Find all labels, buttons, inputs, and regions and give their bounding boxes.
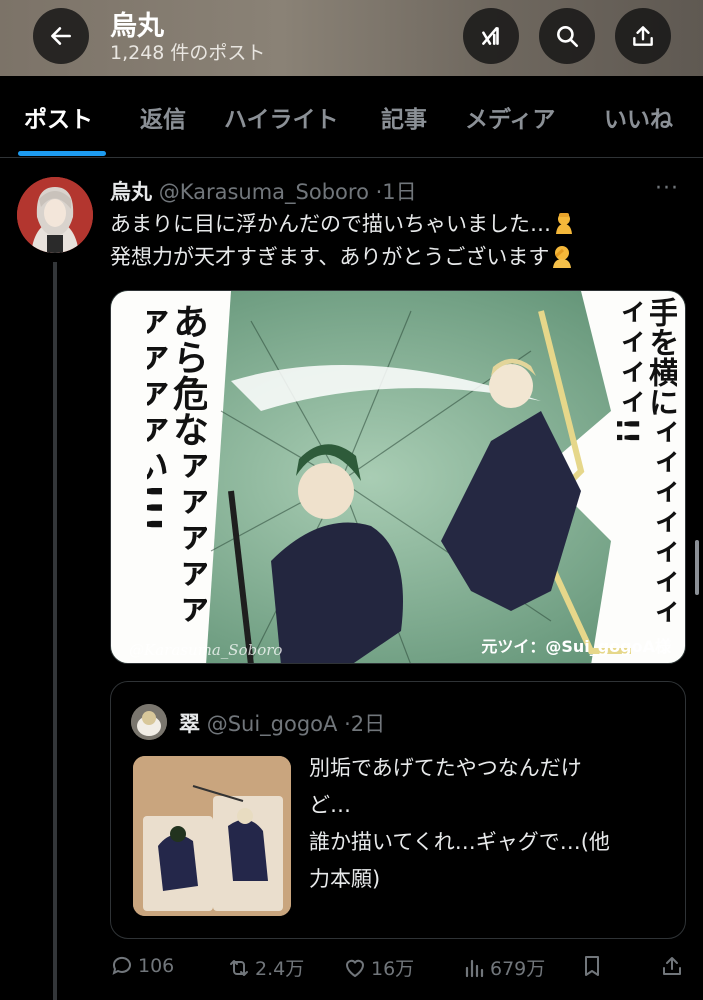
reply-count: 106 — [138, 955, 175, 977]
share-button[interactable] — [615, 8, 671, 64]
views-icon — [465, 959, 484, 977]
person-facepalm-icon — [553, 246, 572, 268]
quote-author-handle[interactable]: @Sui_gogoA — [207, 712, 338, 736]
quote-line-3: 誰か描いてくれ…ギャグで…(他 — [309, 830, 610, 854]
manga-speech-left: あら危なァァァァァァァァァい!!! — [147, 303, 207, 627]
more-options-icon[interactable]: ··· — [655, 176, 679, 201]
tweet-actions: 106 2.4万 16万 679万 — [110, 954, 700, 988]
repost-icon — [230, 959, 248, 976]
grok-icon — [482, 27, 499, 45]
search-icon — [557, 26, 579, 48]
image-watermark: @Karasuma_Soboro — [129, 641, 283, 659]
quoted-tweet[interactable]: 翠 @Sui_gogoA ·2日 別垢であげてたやつなんだけ ど… 誰か描いてく… — [110, 681, 686, 939]
tab-media[interactable]: メディア — [465, 100, 555, 134]
profile-tabs: ポスト 返信 ハイライト 記事 メディア いいね — [0, 76, 703, 158]
tweet-image[interactable]: あら危なァァァァァァァァァい!!! 手を横にィィィィィィィィィィィ!! @Kar… — [110, 290, 686, 664]
view-count: 679万 — [490, 958, 546, 980]
tab-posts[interactable]: ポスト — [24, 100, 93, 134]
profile-header: 烏丸 1,248 件のポスト — [0, 0, 703, 76]
tab-articles[interactable]: 記事 — [381, 100, 427, 134]
tweet-text: あまりに目に浮かんだので描いちゃいました… 発想力が天才すぎます、ありがとうござ… — [110, 208, 695, 274]
quote-header: 翠 @Sui_gogoA ·2日 — [179, 708, 385, 738]
author-handle[interactable]: @Karasuma_Soboro — [159, 180, 369, 204]
bookmark-icon — [585, 956, 599, 976]
quote-avatar[interactable] — [131, 704, 167, 740]
quote-text: 別垢であげてたやつなんだけ ど… 誰か描いてくれ…ギャグで…(他 力本願) — [309, 750, 669, 898]
tab-replies[interactable]: 返信 — [140, 100, 186, 134]
quote-line-2: ど… — [309, 793, 351, 817]
quote-image[interactable] — [133, 756, 291, 916]
views-button[interactable]: 679万 — [462, 954, 545, 981]
share-tweet-button[interactable] — [660, 954, 688, 978]
tab-highlights[interactable]: ハイライト — [224, 100, 339, 134]
back-button[interactable] — [33, 8, 89, 64]
tweet-time[interactable]: ·1日 — [376, 180, 417, 204]
tab-likes[interactable]: いいね — [604, 100, 673, 134]
like-button[interactable]: 16万 — [343, 954, 414, 981]
tweet-line-2: 発想力が天才すぎます、ありがとうございます — [110, 245, 550, 269]
quote-time[interactable]: ·2日 — [344, 712, 385, 736]
reply-icon — [112, 956, 131, 975]
like-count: 16万 — [371, 958, 415, 980]
author-name[interactable]: 烏丸 — [110, 180, 152, 204]
quote-line-1: 別垢であげてたやつなんだけ — [309, 756, 582, 780]
post-count: 1,248 件のポスト — [110, 42, 266, 64]
reply-button[interactable]: 106 — [110, 954, 174, 978]
share-icon — [663, 957, 681, 975]
grok-button[interactable] — [463, 8, 519, 64]
repost-button[interactable]: 2.4万 — [227, 954, 304, 981]
search-button[interactable] — [539, 8, 595, 64]
avatar[interactable] — [17, 177, 93, 253]
back-arrow-icon — [51, 27, 71, 45]
share-icon — [633, 26, 653, 46]
image-credit: 元ツイ：@Sui_gogoA様 — [481, 637, 671, 656]
quote-line-4: 力本願) — [309, 867, 381, 891]
manga-speech-right: 手を横にィィィィィィィィィィィ!! — [609, 297, 677, 627]
tweet-header: 烏丸 @Karasuma_Soboro ·1日 — [110, 176, 417, 206]
person-bowing-icon — [556, 213, 572, 234]
active-tab-indicator — [18, 151, 106, 156]
bookmark-button[interactable] — [580, 954, 608, 978]
heart-icon — [345, 959, 365, 977]
thread-line — [53, 262, 57, 1000]
tweet-line-1: あまりに目に浮かんだので描いちゃいました… — [110, 212, 551, 236]
quote-author-name[interactable]: 翠 — [179, 712, 200, 736]
repost-count: 2.4万 — [255, 958, 305, 980]
scrollbar[interactable] — [695, 540, 699, 595]
